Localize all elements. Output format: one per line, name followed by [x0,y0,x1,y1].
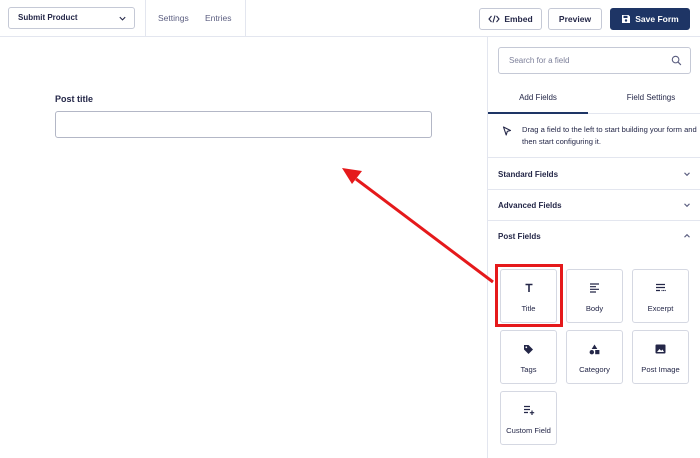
post-title-field[interactable] [55,111,432,138]
form-select-value: Submit Product [18,13,78,22]
entries-link[interactable]: Entries [205,13,231,23]
toolbar-divider [145,0,146,37]
search-input[interactable] [499,48,659,73]
image-icon [655,344,666,354]
field-tile-post-image[interactable]: Post Image [632,330,689,384]
section-post-fields[interactable]: Post Fields [488,221,700,252]
save-icon [622,15,631,23]
preview-button[interactable]: Preview [548,8,602,30]
post-title-label: Post title [55,94,94,104]
preview-label: Preview [558,14,592,24]
save-form-button[interactable]: Save Form [610,8,690,30]
section-title: Advanced Fields [498,201,562,210]
field-sidebar: Add Fields Field Settings Drag a field t… [487,37,700,458]
code-icon [488,15,501,23]
align-left-icon [590,283,599,293]
field-search [498,47,691,74]
field-tile-label: Post Image [641,365,680,374]
section-title: Post Fields [498,232,541,241]
top-toolbar: Submit Product Settings Entries Embed Pr… [0,0,700,37]
embed-button[interactable]: Embed [479,8,542,30]
cursor-icon [502,126,512,136]
field-tile-label: Custom Field [506,426,551,435]
chevron-up-icon [684,233,690,238]
tag-icon [524,344,533,354]
form-select-dropdown[interactable]: Submit Product [8,7,135,29]
chevron-down-icon [119,16,126,21]
drag-instructions-text: Drag a field to the left to start buildi… [522,125,697,146]
field-tile-excerpt[interactable]: Excerpt [632,269,689,323]
section-advanced-fields[interactable]: Advanced Fields [488,190,700,221]
list-add-icon [523,405,534,415]
embed-label: Embed [504,14,533,24]
search-icon [671,55,682,66]
drag-instructions: Drag a field to the left to start buildi… [488,115,700,158]
field-tile-label: Category [579,365,610,374]
chevron-down-icon [684,172,690,177]
field-tile-tags[interactable]: Tags [500,330,557,384]
field-tile-label: Body [585,304,604,313]
excerpt-icon [656,283,666,292]
field-tile-category[interactable]: Category [566,330,623,384]
shapes-icon [589,344,600,354]
settings-link[interactable]: Settings [158,13,189,23]
toolbar-divider [245,0,246,37]
tab-field-settings[interactable]: Field Settings [601,84,700,114]
field-tile-label: Excerpt [647,304,674,313]
field-tile-custom-field[interactable]: Custom Field [500,391,557,445]
save-form-label: Save Form [635,14,679,24]
field-tile-label: Tags [520,365,537,374]
highlight-box [495,264,563,327]
section-standard-fields[interactable]: Standard Fields [488,159,700,190]
tab-add-fields[interactable]: Add Fields [488,84,588,114]
field-tile-body[interactable]: Body [566,269,623,323]
section-title: Standard Fields [498,170,559,179]
chevron-down-icon [684,203,690,208]
sidebar-tabs: Add Fields Field Settings [488,84,700,114]
